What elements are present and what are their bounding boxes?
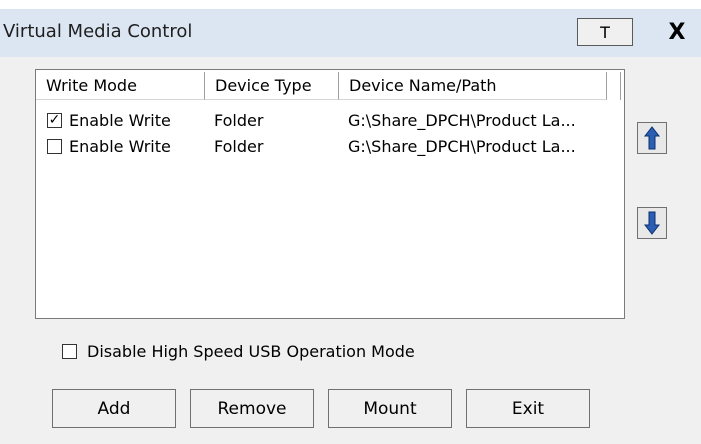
disable-high-speed-checkbox[interactable] (62, 344, 77, 359)
device-type-cell: Folder (214, 111, 264, 130)
column-header-spacer (607, 72, 621, 100)
enable-write-checkbox-2[interactable] (47, 139, 62, 154)
device-path-cell: G:\Share_DPCH\Product La... (348, 111, 576, 130)
arrow-down-icon (644, 211, 660, 235)
enable-write-checkbox-1[interactable]: ✓ (47, 113, 62, 128)
move-down-button[interactable] (637, 207, 667, 239)
write-mode-cell: Enable Write (69, 137, 171, 156)
column-header-device-path[interactable]: Device Name/Path (339, 72, 607, 100)
list-item[interactable]: ✓ Enable Write Folder G:\Share_DPCH\Prod… (36, 108, 624, 134)
arrow-up-icon (644, 126, 660, 150)
close-button[interactable]: X (657, 18, 697, 46)
top-border (0, 0, 701, 9)
exit-button[interactable]: Exit (466, 389, 590, 428)
pin-button[interactable]: T (577, 18, 633, 46)
move-up-button[interactable] (637, 122, 667, 154)
device-list[interactable]: Write Mode Device Type Device Name/Path … (35, 69, 625, 319)
list-item[interactable]: Enable Write Folder G:\Share_DPCH\Produc… (36, 134, 624, 160)
column-header-device-type[interactable]: Device Type (205, 72, 339, 100)
remove-button[interactable]: Remove (190, 389, 314, 428)
column-header-write-mode[interactable]: Write Mode (36, 72, 205, 100)
mount-button[interactable]: Mount (328, 389, 452, 428)
write-mode-cell: Enable Write (69, 111, 171, 130)
device-path-cell: G:\Share_DPCH\Product La... (348, 137, 576, 156)
window-title: Virtual Media Control (3, 21, 193, 42)
virtual-media-dialog: Virtual Media Control T X Write Mode Dev… (0, 9, 701, 444)
add-button[interactable]: Add (52, 389, 176, 428)
device-type-cell: Folder (214, 137, 264, 156)
disable-high-speed-label: Disable High Speed USB Operation Mode (87, 342, 415, 361)
title-bar: Virtual Media Control T X (0, 9, 701, 57)
